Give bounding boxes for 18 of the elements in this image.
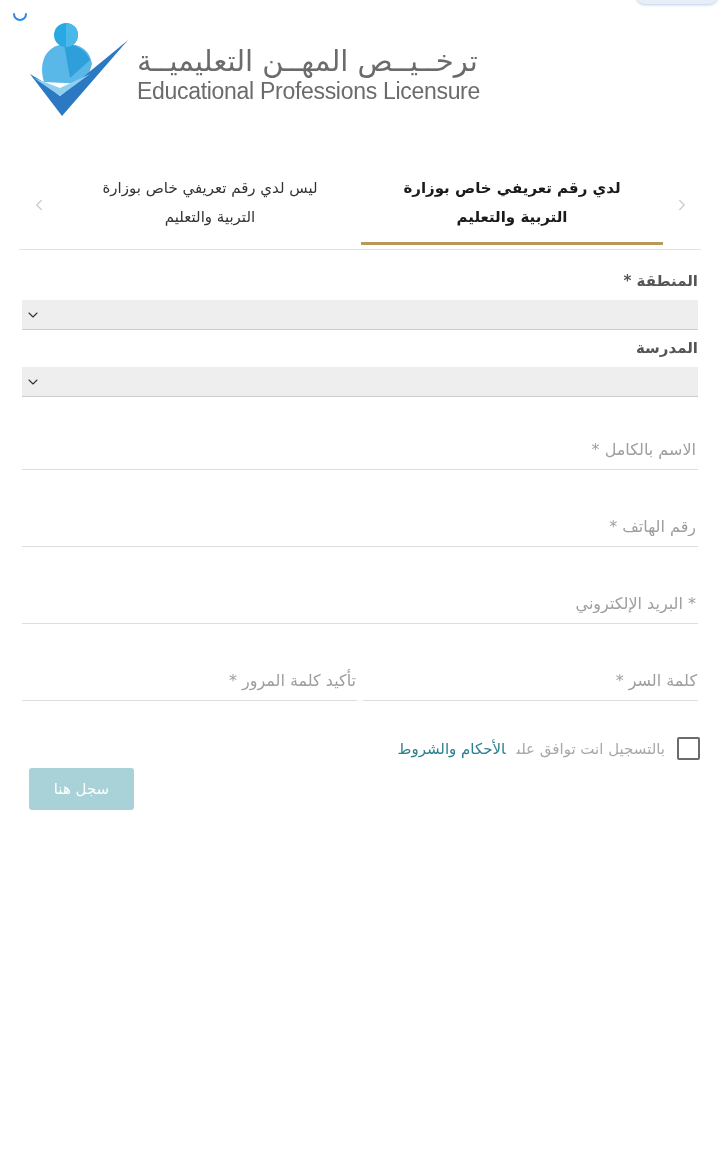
logo-title-english: Educational Professions Licensure	[137, 78, 480, 104]
tab[interactable]: لدي رقم تعريفي خاص بوزارة التربية والتعليم	[361, 165, 663, 245]
terms-text: بالتسجيل انت توافق على الأحكام والشروط	[397, 738, 665, 760]
dropdown-field[interactable]	[22, 300, 698, 330]
loading-spinner-icon	[12, 12, 28, 24]
logo-title-arabic: ترخــيــص المهــن التعليميــة	[137, 44, 478, 78]
text-input[interactable]: * البريد الإلكتروني	[22, 584, 698, 624]
field-label: المنطقة *	[623, 271, 698, 291]
terms-link[interactable]: الأحكام والشروط	[397, 739, 506, 758]
dropdown-field[interactable]	[22, 367, 698, 397]
password-input[interactable]: تأكيد كلمة المرور *	[22, 661, 357, 701]
text-input[interactable]: الاسم بالكامل *	[22, 430, 698, 470]
field-label: المدرسة	[636, 338, 698, 358]
checkbox[interactable]	[677, 737, 700, 760]
logo-icon	[30, 22, 128, 118]
tab[interactable]: ليس لدي رقم تعريفي خاص بوزارة التربية والتعليم	[59, 165, 361, 245]
text-input[interactable]: رقم الهاتف *	[22, 507, 698, 547]
password-input[interactable]: كلمة السر *	[363, 661, 698, 701]
